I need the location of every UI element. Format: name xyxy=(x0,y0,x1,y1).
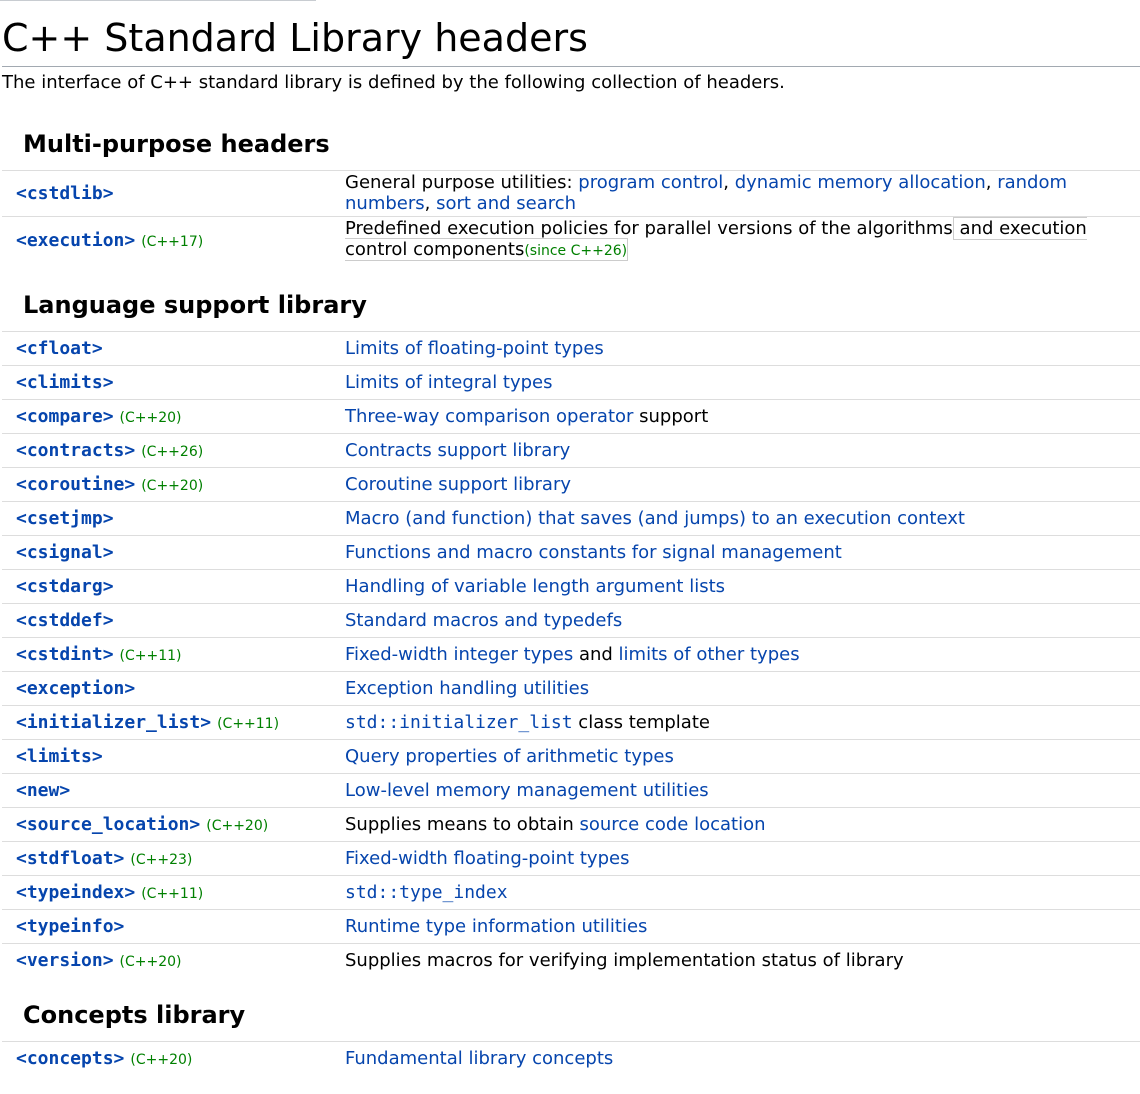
link-dynamic-memory-allocation[interactable]: dynamic memory allocation xyxy=(735,172,986,193)
link-three-way-comparison-operator[interactable]: Three-way comparison operator xyxy=(345,406,633,427)
separator: , xyxy=(723,172,735,193)
cstdint-mid-text: and xyxy=(573,644,619,665)
header-link-typeindex[interactable]: <typeindex> xyxy=(16,882,135,903)
link-fixed-width-integer-types[interactable]: Fixed-width integer types xyxy=(345,644,573,665)
header-link-typeinfo[interactable]: <typeinfo> xyxy=(16,916,124,937)
link-source-code-location[interactable]: source code location xyxy=(579,814,765,835)
page-title: C++ Standard Library headers xyxy=(2,10,1140,67)
intro-text: The interface of C++ standard library is… xyxy=(2,72,785,93)
section-heading-multi-purpose: Multi-purpose headers xyxy=(23,130,330,158)
table-row: <new> Low-level memory management utiliti… xyxy=(2,773,1140,808)
link-std-initializer-list[interactable]: std::initializer_list xyxy=(345,712,573,733)
table-row: <compare> (C++20) Three-way comparison ope… xyxy=(2,399,1140,434)
header-link-csignal[interactable]: <csignal> xyxy=(16,542,114,563)
version-badge: (C++11) xyxy=(141,886,204,902)
table-row: <cstdlib> General purpose utilities: pro… xyxy=(2,170,1140,217)
table-row: <limits> Query properties of arithmetic t… xyxy=(2,739,1140,774)
table-row: <cstdarg> Handling of variable length arg… xyxy=(2,569,1140,604)
link-macro-and-function-that-saves-and-jumps-[interactable]: Macro (and function) that saves (and jum… xyxy=(345,508,965,529)
table-row: <typeindex> (C++11) std::type_index xyxy=(2,875,1140,910)
link-program-control[interactable]: program control xyxy=(578,172,723,193)
link-runtime-type-information-utilities[interactable]: Runtime type information utilities xyxy=(345,916,647,937)
table-row: <coroutine> (C++20) Coroutine support libr… xyxy=(2,467,1140,502)
table-row: <climits> Limits of integral types xyxy=(2,365,1140,400)
header-link-compare[interactable]: <compare> xyxy=(16,406,114,427)
link-standard-macros-and-typedefs[interactable]: Standard macros and typedefs xyxy=(345,610,622,631)
header-link-initializer-list[interactable]: <initializer_list> xyxy=(16,712,211,733)
header-link-source-location[interactable]: <source_location> xyxy=(16,814,200,835)
version-desc-text: Supplies macros for verifying implementa… xyxy=(345,950,904,972)
header-link-csetjmp[interactable]: <csetjmp> xyxy=(16,508,114,529)
link-functions-and-macro-constants-for-signal[interactable]: Functions and macro constants for signal… xyxy=(345,542,842,563)
link-std-type-index[interactable]: std::type_index xyxy=(345,882,508,903)
separator: , xyxy=(424,193,437,214)
header-link-new[interactable]: <new> xyxy=(16,780,70,801)
header-link-version[interactable]: <version> xyxy=(16,950,114,971)
version-badge: (C++11) xyxy=(119,648,182,664)
section-heading-language-support: Language support library xyxy=(23,291,367,319)
header-link-coroutine[interactable]: <coroutine> xyxy=(16,474,135,495)
top-divider xyxy=(0,0,316,1)
header-link-execution[interactable]: <execution> xyxy=(16,230,135,251)
link-handling-of-variable-length-argument-lis[interactable]: Handling of variable length argument lis… xyxy=(345,576,725,597)
language-support-table: <cfloat> Limits of floating-point types <c… xyxy=(2,331,1140,978)
table-row: <exception> Exception handling utilities xyxy=(2,671,1140,706)
version-badge: (C++20) xyxy=(206,818,269,834)
link-contracts-support-library[interactable]: Contracts support library xyxy=(345,440,570,461)
link-limits-of-other-types[interactable]: limits of other types xyxy=(619,644,800,665)
table-row: <stdfloat> (C++23) Fixed-width floating-p… xyxy=(2,841,1140,876)
link-fundamental-library-concepts[interactable]: Fundamental library concepts xyxy=(345,1048,613,1069)
version-badge: (C++20) xyxy=(141,478,204,494)
cstdlib-desc-prefix: General purpose utilities: xyxy=(345,172,579,193)
table-row: <source_location> (C++20) Supplies means … xyxy=(2,807,1140,842)
table-row: <concepts> (C++20) Fundamental library co… xyxy=(2,1041,1140,1076)
link-fixed-width-floating-point-types[interactable]: Fixed-width floating-point types xyxy=(345,848,629,869)
link-sort-and-search[interactable]: sort and search xyxy=(436,193,576,214)
header-link-limits[interactable]: <limits> xyxy=(16,746,103,767)
table-row: <typeinfo> Runtime type information util… xyxy=(2,909,1140,944)
header-link-concepts[interactable]: <concepts> xyxy=(16,1048,124,1069)
table-row: <csignal> Functions and macro constants f… xyxy=(2,535,1140,570)
version-badge: (C++11) xyxy=(217,716,280,732)
separator: , xyxy=(985,172,998,193)
link-low-level-memory-management-utilities[interactable]: Low-level memory management utilities xyxy=(345,780,709,801)
table-row: <initializer_list> (C++11) std::initializ… xyxy=(2,705,1140,740)
header-link-stdfloat[interactable]: <stdfloat> xyxy=(16,848,124,869)
version-badge: (C++20) xyxy=(130,1052,193,1069)
version-badge: (C++17) xyxy=(141,234,204,251)
initializer-list-text: class template xyxy=(572,712,710,733)
multi-purpose-table: <cstdlib> General purpose utilities: pro… xyxy=(2,170,1140,265)
header-link-climits[interactable]: <climits> xyxy=(16,372,114,393)
version-badge: (C++23) xyxy=(130,852,193,868)
version-badge: (C++26) xyxy=(141,444,204,460)
link-exception-handling-utilities[interactable]: Exception handling utilities xyxy=(345,678,589,699)
source-location-text: Supplies means to obtain xyxy=(345,814,580,835)
header-link-cstddef[interactable]: <cstddef> xyxy=(16,610,114,631)
header-link-cstdarg[interactable]: <cstdarg> xyxy=(16,576,114,597)
link-coroutine-support-library[interactable]: Coroutine support library xyxy=(345,474,571,495)
version-badge: (C++20) xyxy=(119,954,182,971)
section-heading-concepts: Concepts library xyxy=(23,1001,246,1029)
table-row: <version> (C++20) Supplies macros for ver… xyxy=(2,943,1140,978)
since-badge: (since C++26) xyxy=(524,243,628,259)
header-link-cstdint[interactable]: <cstdint> xyxy=(16,644,114,665)
execution-desc-part1: Predefined execution policies for parall… xyxy=(345,218,953,239)
header-link-exception[interactable]: <exception> xyxy=(16,678,135,699)
link-limits-of-floating-point-types[interactable]: Limits of floating-point types xyxy=(345,338,604,359)
table-row: <execution> (C++17) Predefined execution … xyxy=(2,216,1140,265)
header-link-cstdlib[interactable]: <cstdlib> xyxy=(16,183,114,204)
table-row: <cfloat> Limits of floating-point types xyxy=(2,331,1140,366)
link-query-properties-of-arithmetic-types[interactable]: Query properties of arithmetic types xyxy=(345,746,674,767)
version-badge: (C++20) xyxy=(119,410,182,426)
header-link-contracts[interactable]: <contracts> xyxy=(16,440,135,461)
header-link-cfloat[interactable]: <cfloat> xyxy=(16,338,103,359)
table-row: <csetjmp> Macro (and function) that saves… xyxy=(2,501,1140,536)
link-limits-of-integral-types[interactable]: Limits of integral types xyxy=(345,372,553,393)
table-row: <contracts> (C++26) Contracts support libr… xyxy=(2,433,1140,468)
table-row: <cstddef> Standard macros and typedefs xyxy=(2,603,1140,638)
table-row: <cstdint> (C++11) Fixed-width integer typ… xyxy=(2,637,1140,672)
desc-text: support xyxy=(633,406,709,427)
concepts-table: <concepts> (C++20) Fundamental library co… xyxy=(2,1041,1140,1076)
